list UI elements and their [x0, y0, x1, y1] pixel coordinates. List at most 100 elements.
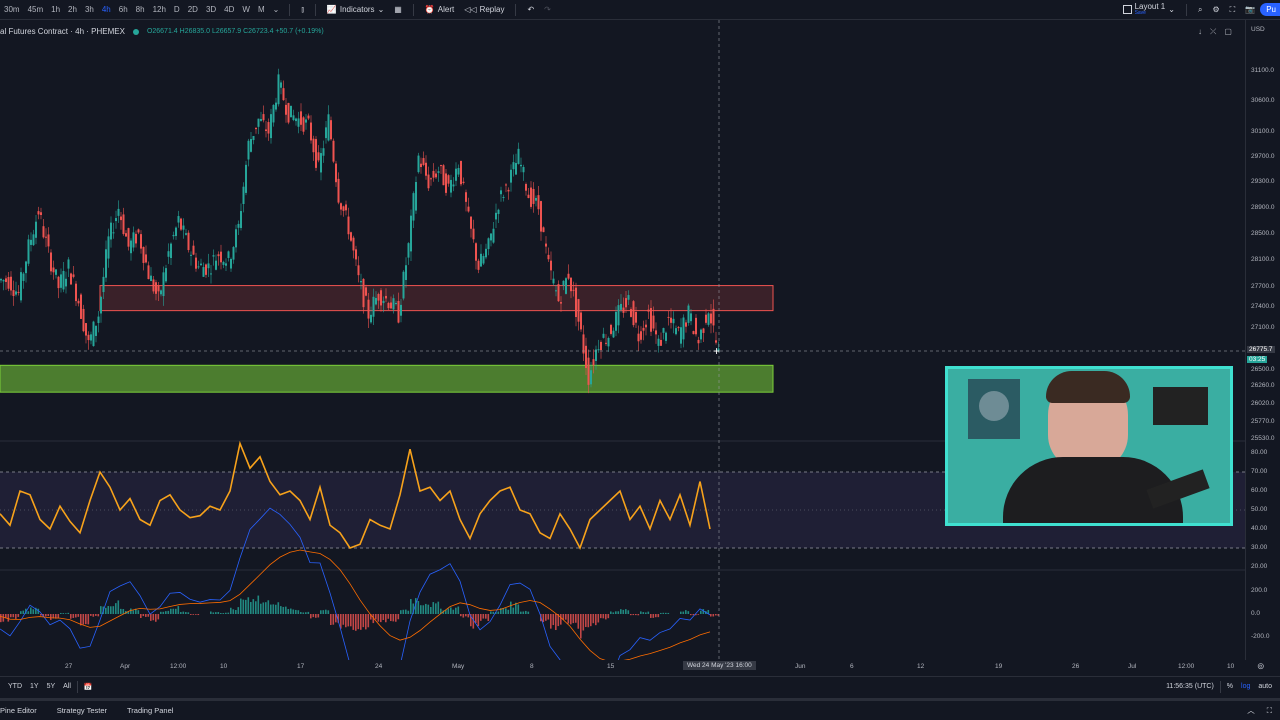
candle: [292, 115, 295, 121]
candle: [507, 189, 510, 192]
macd-bar: [645, 612, 647, 614]
macd-bar: [327, 610, 330, 614]
candle: [547, 254, 550, 260]
candle: [232, 247, 235, 260]
macd-bar: [715, 614, 717, 616]
candle: [447, 175, 450, 184]
candle: [395, 303, 397, 305]
time-tick: 24: [375, 663, 383, 670]
webcam-overlay: [945, 366, 1233, 526]
candle: [0, 278, 2, 281]
macd-bar: [175, 608, 177, 614]
price-tick: 30600.0: [1251, 97, 1275, 105]
candle: [367, 299, 370, 319]
candle: [320, 153, 322, 173]
candle: [657, 338, 660, 346]
macd-bar: [295, 609, 297, 614]
goto-date-icon[interactable]: 📅: [84, 683, 93, 691]
candle: [402, 271, 405, 299]
candle: [520, 164, 522, 167]
candle: [562, 280, 565, 286]
percent-toggle[interactable]: %: [1227, 683, 1233, 690]
candle: [237, 223, 240, 228]
candle: [700, 329, 702, 340]
panel-tab[interactable]: Trading Panel: [127, 706, 173, 715]
macd-bar: [67, 612, 70, 614]
candle: [610, 324, 612, 334]
macd-bar: [310, 614, 312, 619]
macd-bar: [405, 609, 407, 614]
price-axis[interactable]: USD 31100.0 30600.0 30100.0 29700.0 29300.0 2…: [1245, 20, 1280, 660]
candle: [225, 263, 227, 266]
candle: [560, 302, 562, 304]
macd-bar: [187, 612, 190, 614]
settings-circle-icon[interactable]: ⊚: [1257, 661, 1265, 672]
macd-bar: [287, 609, 290, 614]
macd-bar: [97, 614, 100, 617]
candle: [112, 232, 115, 234]
macd-bar: [95, 614, 97, 616]
candle: [460, 160, 462, 185]
macd-bar: [275, 604, 277, 614]
candle: [222, 261, 225, 265]
chevron-up-icon[interactable]: ︿: [1247, 705, 1255, 716]
candle: [665, 332, 667, 341]
candle: [80, 294, 82, 319]
macd-bar: [210, 611, 212, 614]
macd-bar: [162, 611, 165, 614]
panel-tab[interactable]: Pine Editor: [0, 706, 37, 715]
macd-bar: [10, 614, 12, 618]
macd-bar: [590, 614, 592, 627]
candle: [630, 309, 632, 317]
macd-bar: [297, 610, 300, 614]
macd-bar: [475, 614, 477, 623]
time-tick: 12: [917, 663, 925, 670]
macd-bar: [110, 606, 112, 614]
candle: [255, 127, 257, 130]
publish-button[interactable]: Pu: [1260, 3, 1280, 16]
candle: [200, 263, 202, 266]
macd-bar: [105, 607, 107, 614]
candle: [430, 178, 432, 180]
candle: [500, 190, 502, 195]
macd-bar: [407, 610, 410, 614]
macd-bar: [212, 612, 215, 614]
macd-bar: [20, 611, 22, 614]
range-All[interactable]: All: [63, 683, 71, 690]
candle: [715, 340, 717, 343]
log-toggle[interactable]: log: [1241, 683, 1250, 690]
macd-bar: [635, 614, 637, 616]
macd-bar: [237, 607, 240, 614]
range-YTD[interactable]: YTD: [8, 683, 22, 690]
candle: [82, 308, 85, 332]
macd-bar: [247, 597, 250, 614]
macd-bar: [137, 610, 140, 614]
range-5Y[interactable]: 5Y: [47, 683, 56, 690]
macd-bar: [262, 602, 265, 614]
macd-bar: [367, 614, 370, 628]
time-tick: 10: [1227, 663, 1235, 670]
panel-tab[interactable]: Strategy Tester: [57, 706, 107, 715]
range-1Y[interactable]: 1Y: [30, 683, 39, 690]
price-chart[interactable]: +: [0, 0, 1245, 660]
clock[interactable]: 11:56:35 (UTC): [1166, 683, 1214, 690]
candle: [127, 228, 130, 247]
candle: [427, 174, 430, 189]
candle: [107, 236, 110, 259]
macd-bar: [2, 614, 5, 622]
candle: [495, 212, 497, 220]
macd-bar: [90, 614, 92, 616]
candle: [155, 282, 157, 294]
auto-toggle[interactable]: auto: [1258, 683, 1272, 690]
candle: [257, 118, 260, 127]
candle: [297, 118, 300, 127]
macd-bar: [682, 611, 685, 614]
candle: [627, 295, 630, 300]
maximize-icon[interactable]: ⛶: [1267, 706, 1272, 716]
candle: [362, 278, 365, 308]
macd-bar: [15, 614, 17, 619]
time-tick: 17: [297, 663, 305, 670]
candle: [385, 295, 387, 299]
currency-selector[interactable]: USD: [1251, 26, 1265, 33]
candle: [110, 222, 112, 240]
